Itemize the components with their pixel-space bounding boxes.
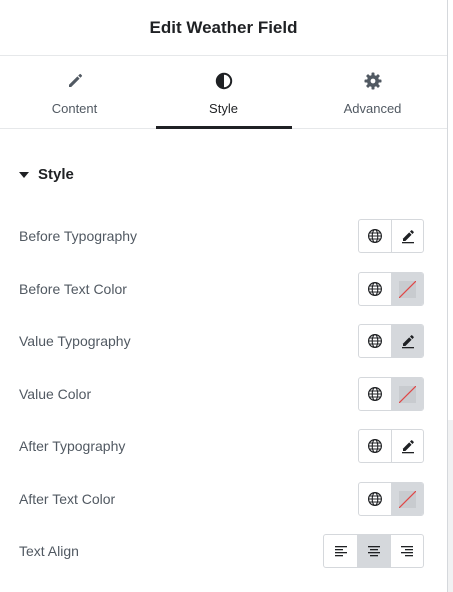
align-choose-control (323, 534, 424, 568)
tab-style[interactable]: Style (149, 56, 298, 129)
pencil-icon (401, 230, 414, 244)
color-control (358, 482, 424, 516)
control-row-after-typography: After Typography (19, 429, 424, 463)
control-label: After Text Color (19, 491, 116, 507)
panel-header: Edit Weather Field (0, 0, 447, 56)
globe-icon (367, 491, 383, 507)
global-button[interactable] (359, 325, 391, 357)
control-row-after-text-color: After Text Color (19, 482, 424, 516)
empty-color-swatch (399, 385, 416, 403)
section-title: Style (38, 166, 74, 183)
tab-content-label: Content (51, 101, 98, 116)
section-toggle-style[interactable]: Style (19, 166, 74, 183)
globe-icon (367, 386, 383, 402)
control-row-text-align: Text Align (19, 534, 424, 568)
control-row-value-typography: Value Typography (19, 324, 424, 358)
color-control (358, 377, 424, 411)
globe-icon (367, 228, 383, 244)
globe-icon (367, 333, 383, 349)
global-button[interactable] (359, 483, 391, 515)
typography-control (358, 324, 424, 358)
scrollbar-thumb[interactable] (448, 0, 453, 420)
control-label: Before Text Color (19, 281, 127, 297)
align-right-button[interactable] (390, 535, 423, 567)
global-button[interactable] (359, 273, 391, 305)
edit-typography-button[interactable] (391, 430, 423, 462)
gear-icon (363, 71, 383, 91)
tab-style-label: Style (209, 101, 238, 116)
edit-typography-button[interactable] (391, 220, 423, 252)
align-center-icon (368, 546, 380, 557)
panel-title: Edit Weather Field (149, 17, 298, 37)
align-left-icon (334, 546, 347, 557)
typography-control (358, 429, 424, 463)
globe-icon (367, 281, 383, 297)
control-label: Value Color (19, 386, 92, 402)
control-row-value-color: Value Color (19, 377, 424, 411)
align-left-button[interactable] (324, 535, 357, 567)
global-button[interactable] (359, 430, 391, 462)
control-row-before-typography: Before Typography (19, 219, 424, 253)
globe-icon (367, 438, 383, 454)
global-button[interactable] (359, 220, 391, 252)
pencil-icon (401, 440, 414, 454)
control-label: After Typography (19, 438, 126, 454)
control-label: Before Typography (19, 228, 138, 244)
control-label: Text Align (19, 543, 79, 559)
align-right-icon (401, 546, 413, 557)
tab-bar: Content Style Advanced (0, 56, 447, 129)
empty-color-swatch (399, 280, 416, 298)
tab-advanced[interactable]: Advanced (298, 56, 447, 128)
color-control (358, 272, 424, 306)
color-picker-button[interactable] (391, 273, 423, 305)
tab-content[interactable]: Content (0, 56, 149, 128)
empty-color-swatch (399, 490, 416, 508)
color-picker-button[interactable] (391, 378, 423, 410)
editor-panel: Edit Weather Field Content Style Advance… (0, 0, 447, 592)
color-picker-button[interactable] (391, 483, 423, 515)
half-circle-icon (214, 71, 234, 91)
scrollbar-track[interactable] (447, 0, 453, 592)
align-center-button[interactable] (357, 535, 390, 567)
pencil-icon (401, 335, 414, 349)
pencil-icon (65, 71, 85, 91)
caret-down-icon (19, 172, 29, 178)
control-row-before-text-color: Before Text Color (19, 272, 424, 306)
typography-control (358, 219, 424, 253)
control-label: Value Typography (19, 333, 131, 349)
edit-typography-button[interactable] (391, 325, 423, 357)
global-button[interactable] (359, 378, 391, 410)
tab-advanced-label: Advanced (343, 101, 402, 116)
